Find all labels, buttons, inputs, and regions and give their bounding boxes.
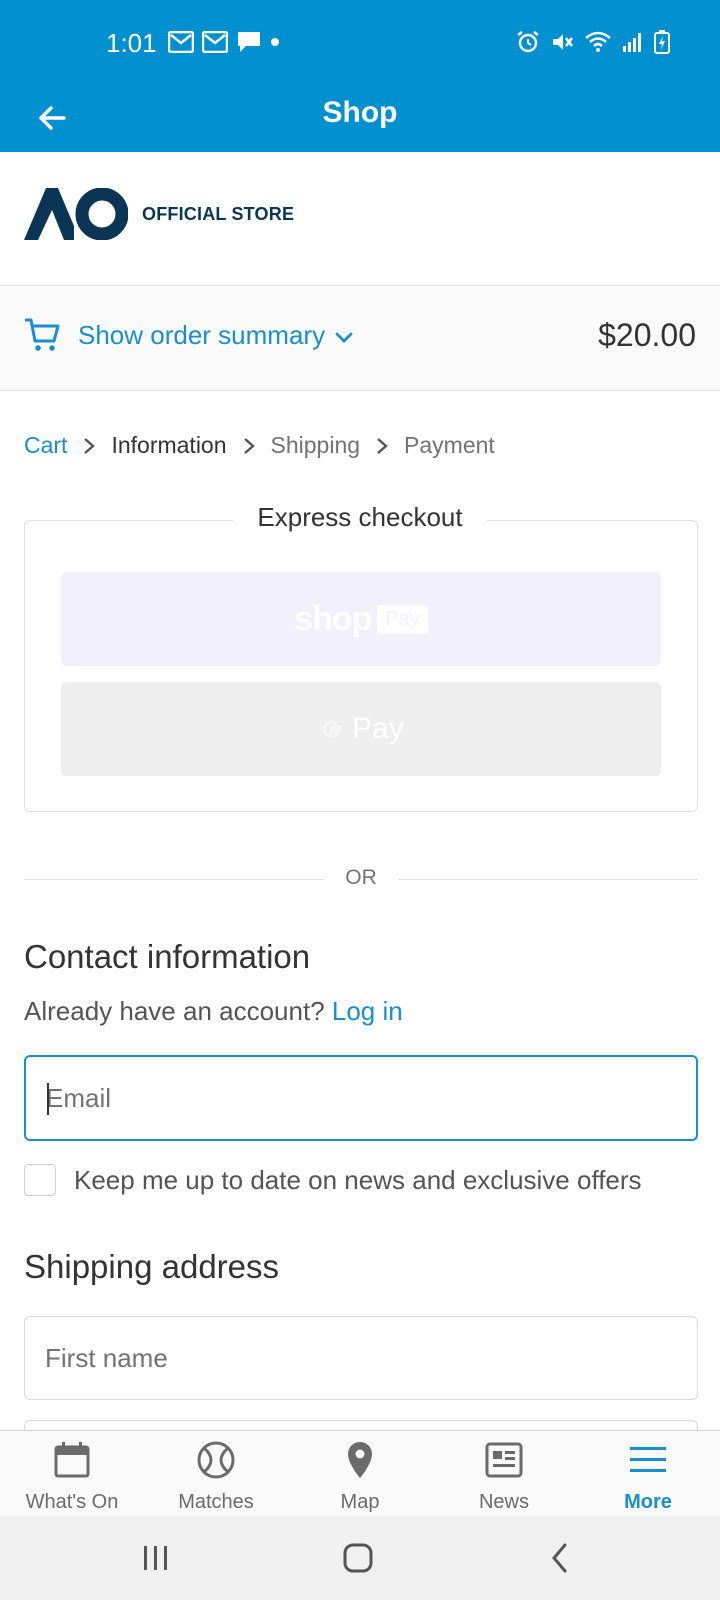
home-icon [343, 1543, 373, 1573]
system-back-button[interactable] [530, 1536, 590, 1580]
back-chevron-icon [552, 1543, 567, 1573]
already-have-account-text: Already have an account? [24, 996, 325, 1026]
already-have-account: Already have an account? Log in [24, 996, 403, 1027]
app-bar-title: Shop [322, 96, 398, 129]
gmail-icon [168, 31, 194, 53]
home-button[interactable] [328, 1536, 388, 1580]
map-pin-icon [339, 1439, 381, 1481]
shop-pay-logo: shop [294, 599, 372, 638]
nav-label: Map [340, 1491, 380, 1513]
message-icon [238, 32, 260, 52]
google-pay-label: Pay [352, 712, 404, 745]
chevron-right-icon [84, 437, 96, 454]
nav-label: What's On [25, 1491, 119, 1513]
system-nav-bar [0, 1516, 720, 1600]
or-divider: OR [24, 866, 698, 894]
nav-label: Matches [178, 1491, 254, 1513]
status-icons-right [516, 30, 670, 54]
marketing-optin-row[interactable]: Keep me up to date on news and exclusive… [24, 1164, 642, 1196]
recent-apps-icon [144, 1546, 167, 1570]
order-total: $20.00 [598, 317, 696, 353]
show-order-summary-toggle[interactable]: Show order summary [24, 317, 355, 353]
breadcrumb-information: Information [111, 432, 227, 458]
store-logo[interactable]: OFFICIAL STORE [24, 188, 294, 240]
shop-pay-button[interactable]: shop Pay [61, 572, 661, 666]
dot-icon [271, 38, 279, 46]
first-name-field[interactable] [24, 1316, 698, 1400]
divider-line-right [398, 879, 698, 880]
contact-information-heading: Contact information [24, 938, 311, 975]
alarm-icon [517, 31, 539, 53]
ao-logo-icon [24, 188, 128, 240]
express-checkout-title: Express checkout [0, 502, 720, 533]
status-bar: 1:01 [0, 0, 720, 86]
first-name-input[interactable] [25, 1317, 697, 1399]
shop-pay-badge: Pay [377, 604, 428, 634]
chevron-down-icon [335, 332, 353, 343]
nav-label: More [624, 1491, 672, 1513]
shipping-address-heading: Shipping address [24, 1248, 280, 1285]
nav-whats-on[interactable]: What's On [0, 1431, 144, 1516]
battery-icon [654, 30, 670, 54]
marketing-checkbox[interactable] [24, 1164, 56, 1196]
nav-news[interactable]: News [432, 1431, 576, 1516]
nav-map[interactable]: Map [288, 1431, 432, 1516]
nav-more[interactable]: More [576, 1431, 720, 1516]
status-time: 1:01 [106, 28, 157, 58]
breadcrumb-payment: Payment [404, 432, 495, 458]
order-summary-bar: Show order summary $20.00 [0, 287, 720, 391]
or-text: OR [345, 866, 377, 889]
status-icons-left [168, 30, 280, 54]
email-field[interactable] [24, 1055, 698, 1141]
chevron-right-icon [377, 437, 388, 454]
app-bar: Shop [0, 86, 720, 152]
order-summary-label: Show order summary [78, 319, 326, 350]
store-header: OFFICIAL STORE [0, 152, 720, 286]
calendar-icon [51, 1439, 93, 1481]
login-link[interactable]: Log in [332, 996, 403, 1026]
tennis-ball-icon [195, 1439, 237, 1481]
marketing-checkbox-label[interactable]: Keep me up to date on news and exclusive… [74, 1165, 642, 1196]
mute-icon [553, 34, 573, 50]
gmail-icon [202, 31, 228, 53]
logo-text: OFFICIAL STORE [142, 203, 295, 224]
hamburger-icon [627, 1439, 669, 1481]
breadcrumb-shipping: Shipping [270, 432, 361, 458]
google-g-icon [322, 720, 343, 738]
google-pay-button[interactable]: Pay [61, 682, 661, 776]
text-caret [47, 1083, 49, 1115]
cart-icon [25, 318, 60, 351]
bottom-nav: What's On Matches Map News More [0, 1430, 720, 1516]
breadcrumb-cart[interactable]: Cart [24, 432, 67, 459]
breadcrumb: Cart Information Shipping Payment [24, 432, 495, 459]
signal-icon [623, 33, 641, 52]
news-icon [483, 1439, 525, 1481]
email-input[interactable] [26, 1057, 696, 1139]
chevron-right-icon [243, 437, 255, 454]
wifi-icon [585, 31, 611, 52]
nav-matches[interactable]: Matches [144, 1431, 288, 1516]
nav-label: News [478, 1491, 529, 1513]
recent-apps-button[interactable] [126, 1536, 186, 1580]
